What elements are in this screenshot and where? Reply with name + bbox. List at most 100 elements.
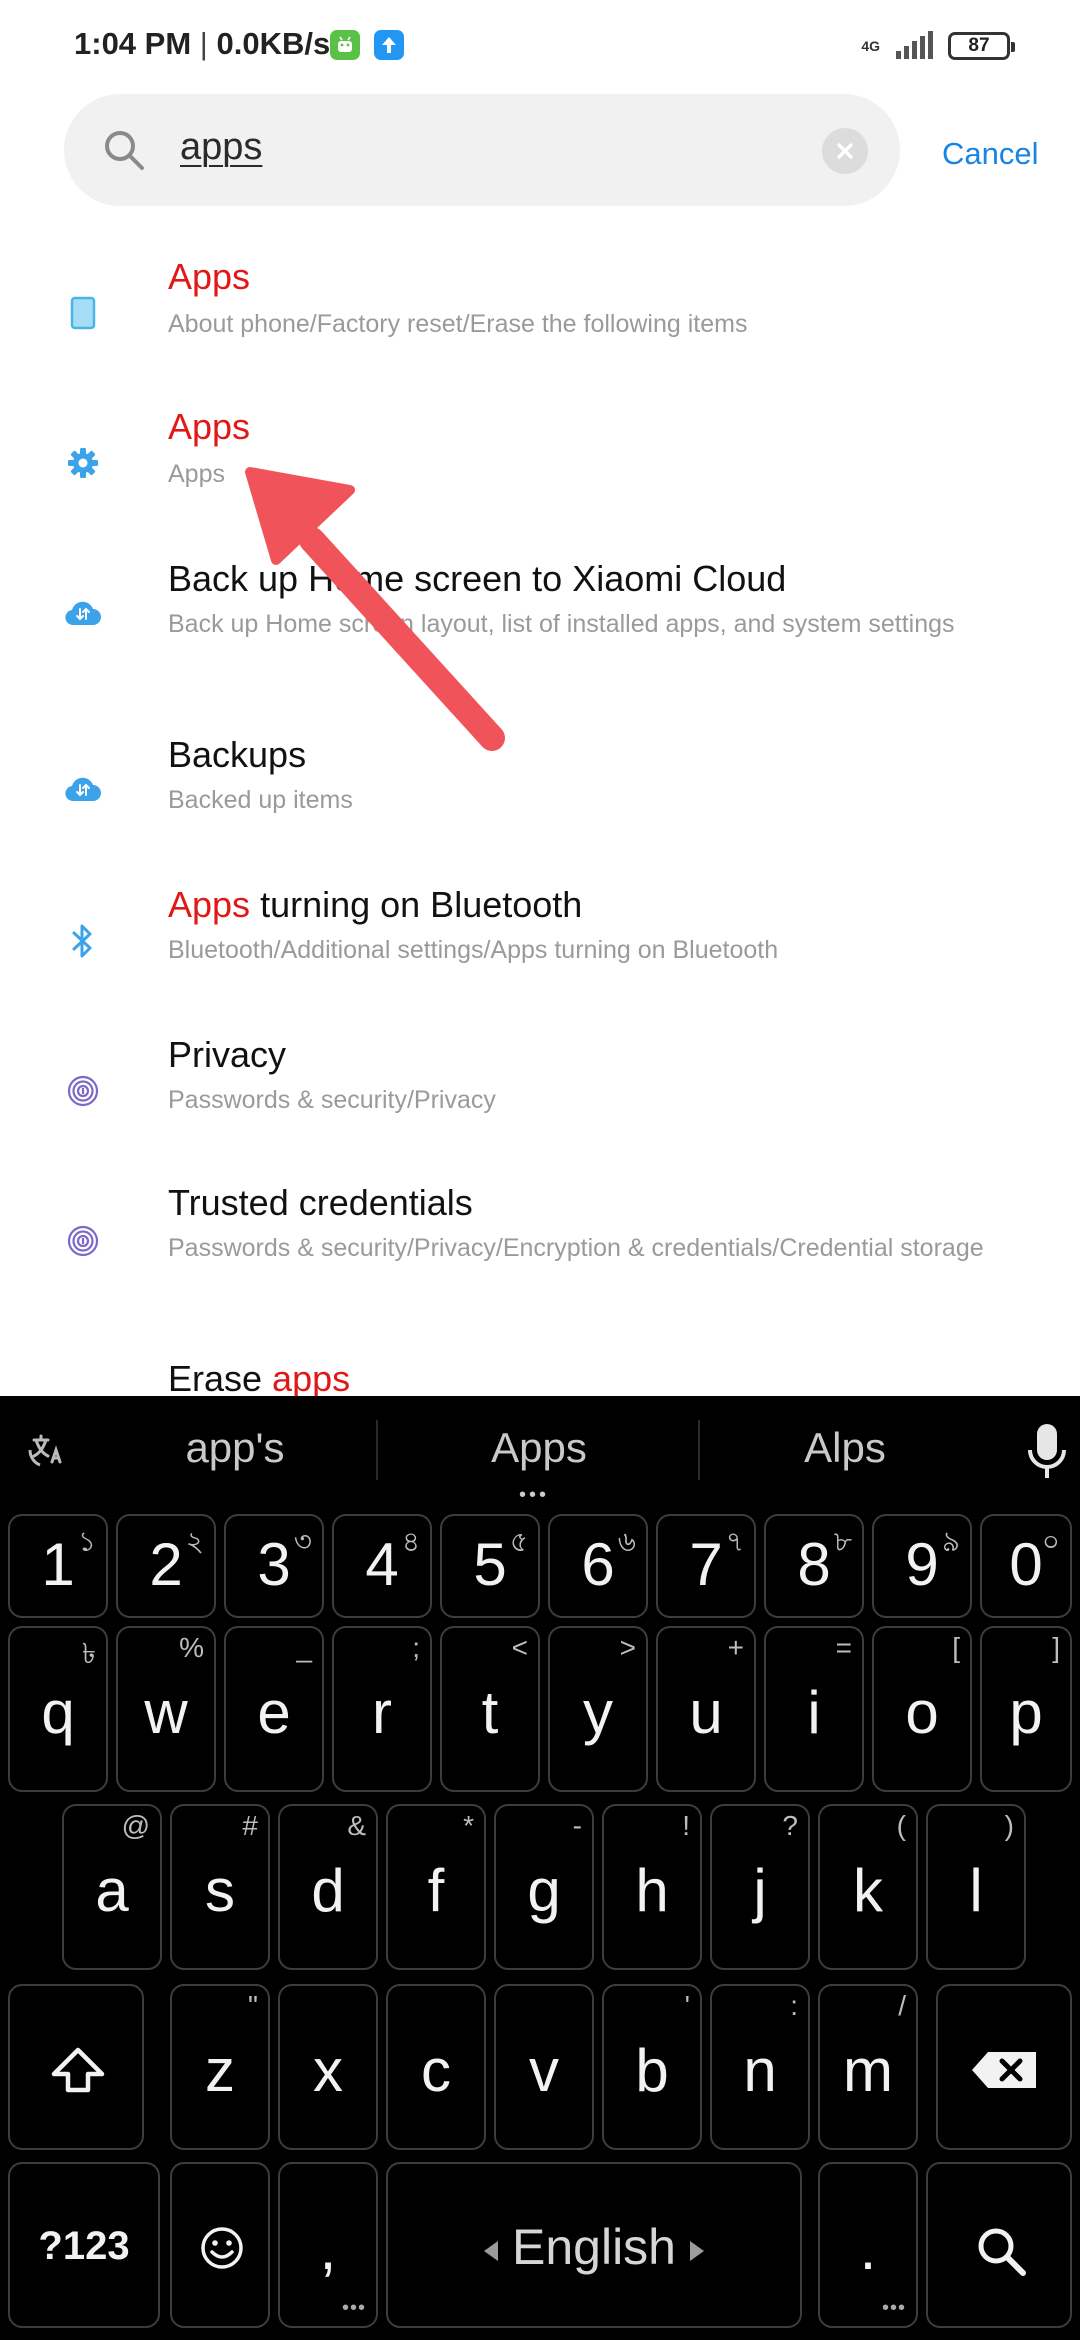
key-x[interactable]: x	[278, 1984, 378, 2150]
result-row-backups[interactable]: Backups Backed up items	[0, 734, 1080, 874]
translate-icon[interactable]	[26, 1430, 66, 1470]
fingerprint-icon	[62, 1070, 104, 1112]
key-f[interactable]: * f	[386, 1804, 486, 1970]
result-row-about-phone[interactable]: Apps About phone/Factory reset/Erase the…	[0, 256, 1080, 396]
key-8[interactable]: ৮8	[764, 1514, 864, 1618]
key-m[interactable]: / m	[818, 1984, 918, 2150]
key-6[interactable]: ৬6	[548, 1514, 648, 1618]
key-2[interactable]: ২2	[116, 1514, 216, 1618]
key-a[interactable]: @ a	[62, 1804, 162, 1970]
result-row-bluetooth[interactable]: Apps turning on Bluetooth Bluetooth/Addi…	[0, 884, 1080, 1024]
suggestion-2[interactable]: Apps	[400, 1424, 678, 1472]
suggestion-bar: app's Apps ••• Alps	[0, 1396, 1080, 1507]
key-label: v	[529, 2037, 559, 2104]
gear-icon	[62, 442, 104, 484]
key-label: y	[583, 1679, 613, 1746]
result-row-trusted-credentials[interactable]: Trusted credentials Passwords & security…	[0, 1182, 1080, 1352]
suggestion-1[interactable]: app's	[110, 1424, 360, 1472]
result-row-backup-home-screen[interactable]: Back up Home screen to Xiaomi Cloud Back…	[0, 558, 1080, 728]
key-label: 7	[689, 1531, 723, 1598]
result-title: Back up Home screen to Xiaomi Cloud	[168, 558, 786, 600]
key-label: a	[95, 1857, 129, 1924]
key-h[interactable]: ! h	[602, 1804, 702, 1970]
result-row-apps[interactable]: Apps Apps	[0, 406, 1080, 546]
key-alt: [	[952, 1632, 960, 1663]
key-o[interactable]: [o	[872, 1626, 972, 1792]
space-key[interactable]: English	[386, 2162, 802, 2328]
key-alt: *	[463, 1810, 474, 1841]
emoji-icon	[201, 2227, 243, 2269]
result-subtitle: Backed up items	[168, 786, 353, 814]
backspace-key[interactable]	[936, 1984, 1072, 2150]
key-label: c	[421, 2037, 451, 2104]
key-d[interactable]: & d	[278, 1804, 378, 1970]
emoji-key[interactable]	[170, 2162, 270, 2328]
key-alt: _	[296, 1632, 312, 1663]
key-label: x	[313, 2037, 343, 2104]
key-label: p	[1009, 1679, 1043, 1746]
key-v[interactable]: v	[494, 1984, 594, 2150]
key-label: .	[859, 2215, 877, 2282]
key-4[interactable]: ৪4	[332, 1514, 432, 1618]
key-9[interactable]: ৯9	[872, 1514, 972, 1618]
key-s[interactable]: # s	[170, 1804, 270, 1970]
cancel-button[interactable]: Cancel	[942, 136, 1039, 172]
result-row-erase-apps[interactable]: Erase apps	[0, 1358, 1080, 1396]
key-alt: ৳	[82, 1638, 96, 1669]
key-w[interactable]: % w	[116, 1626, 216, 1792]
shift-key[interactable]	[8, 1984, 144, 2150]
key-q[interactable]: ৳ q	[8, 1626, 108, 1792]
key-p[interactable]: ] p	[980, 1626, 1072, 1792]
key-label: f	[427, 1857, 445, 1924]
key-alt: -	[572, 1810, 582, 1841]
key-k[interactable]: (k	[818, 1804, 918, 1970]
key-n[interactable]: :n	[710, 1984, 810, 2150]
clock: 1:04 PM	[74, 26, 192, 61]
key-1[interactable]: ১1	[8, 1514, 108, 1618]
result-row-privacy[interactable]: Privacy Passwords & security/Privacy	[0, 1034, 1080, 1174]
key-c[interactable]: c	[386, 1984, 486, 2150]
key-r[interactable]: ; r	[332, 1626, 432, 1792]
key-j[interactable]: ? j	[710, 1804, 810, 1970]
key-0[interactable]: ০0	[980, 1514, 1072, 1618]
clear-search-button[interactable]	[822, 128, 868, 174]
key-7[interactable]: ৭7	[656, 1514, 756, 1618]
key-z[interactable]: " z	[170, 1984, 270, 2150]
key-label: 5	[473, 1531, 507, 1598]
key-label: k	[853, 1857, 883, 1924]
key-label: o	[905, 1679, 939, 1746]
symbols-key[interactable]: ?123	[8, 2162, 160, 2328]
result-subtitle: Passwords & security/Privacy/Encryption …	[168, 1234, 984, 1262]
key-e[interactable]: _ e	[224, 1626, 324, 1792]
microphone-icon[interactable]	[1024, 1422, 1070, 1484]
key-y[interactable]: > y	[548, 1626, 648, 1792]
key-b[interactable]: ' b	[602, 1984, 702, 2150]
key-3[interactable]: ৩3	[224, 1514, 324, 1618]
search-key[interactable]	[926, 2162, 1072, 2328]
key-alt: ?	[782, 1810, 798, 1841]
key-alt: %	[179, 1632, 204, 1663]
key-g[interactable]: -g	[494, 1804, 594, 1970]
key-5[interactable]: ৫5	[440, 1514, 540, 1618]
more-suggestions-dots[interactable]: •••	[519, 1484, 549, 1507]
key-alt: "	[248, 1990, 258, 2021]
result-subtitle: Apps	[168, 460, 225, 488]
search-input[interactable]: apps	[180, 126, 262, 169]
key-l[interactable]: ) l	[926, 1804, 1026, 1970]
space-language: English	[388, 2218, 800, 2276]
key-label: b	[635, 2037, 669, 2104]
language-label: English	[512, 2219, 676, 2275]
result-title: Apps	[168, 406, 250, 448]
comma-key[interactable]: , •••	[278, 2162, 378, 2328]
period-key[interactable]: . •••	[818, 2162, 918, 2328]
key-label: i	[807, 1679, 821, 1746]
key-label: u	[689, 1679, 723, 1746]
key-label: g	[527, 1857, 561, 1924]
key-i[interactable]: = i	[764, 1626, 864, 1792]
suggestion-3[interactable]: Alps	[720, 1424, 970, 1472]
key-u[interactable]: + u	[656, 1626, 756, 1792]
search-box[interactable]: apps	[64, 94, 900, 206]
language-prev-icon	[484, 2240, 498, 2261]
suggestion-divider	[698, 1420, 700, 1480]
key-t[interactable]: < t	[440, 1626, 540, 1792]
